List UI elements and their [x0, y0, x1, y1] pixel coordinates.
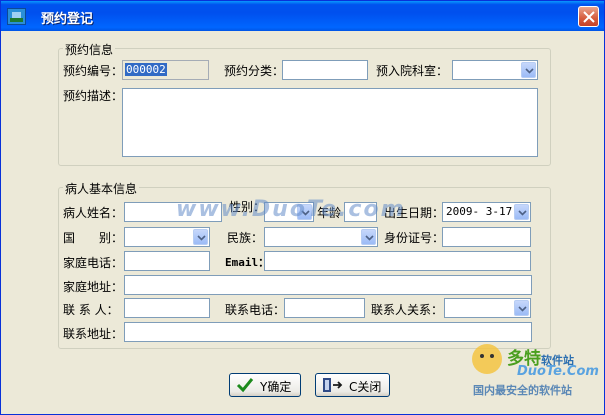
- checkmark-icon: [236, 378, 254, 393]
- contact-relation-dropdown-button[interactable]: [514, 300, 529, 316]
- ok-button[interactable]: Y确定: [229, 373, 301, 397]
- close-dialog-button[interactable]: C关闭: [315, 373, 390, 397]
- logo-sub: 国内最安全的软件站: [473, 384, 572, 397]
- department-select[interactable]: [452, 60, 538, 80]
- country-dropdown-button[interactable]: [193, 229, 208, 245]
- contact-phone-input[interactable]: [284, 298, 365, 318]
- reservation-number-label: 预约编号：: [63, 64, 124, 78]
- home-phone-label: 家庭电话：: [63, 256, 124, 270]
- app-icon: [7, 8, 26, 25]
- id-number-input[interactable]: [442, 227, 531, 247]
- chevron-down-icon: [518, 210, 527, 216]
- chevron-down-icon: [518, 306, 527, 312]
- contact-person-label: 联 系 人：: [63, 303, 119, 317]
- exit-door-icon: [323, 378, 343, 392]
- ethnicity-select[interactable]: [264, 227, 378, 247]
- id-number-label: 身份证号：: [384, 231, 445, 245]
- chevron-down-icon: [197, 235, 206, 241]
- birthdate-picker[interactable]: 2009- 3-17: [442, 202, 531, 222]
- reservation-number-field: 000002: [122, 60, 209, 80]
- gender-label: 性别：: [229, 200, 266, 214]
- birthdate-label: 出生日期：: [384, 206, 445, 220]
- gender-dropdown-button[interactable]: [297, 204, 312, 220]
- reservation-group-title: 预约信息: [63, 41, 116, 58]
- contact-person-input[interactable]: [124, 298, 210, 318]
- gender-select[interactable]: [264, 202, 314, 222]
- home-phone-input[interactable]: [124, 251, 210, 271]
- patient-group-title: 病人基本信息: [63, 180, 140, 197]
- contact-address-input[interactable]: [124, 322, 532, 342]
- ethnicity-label: 民族：: [227, 231, 264, 245]
- category-input[interactable]: [282, 60, 368, 80]
- contact-relation-label: 联系人关系：: [371, 303, 444, 317]
- country-label: 国 别：: [63, 231, 124, 245]
- close-button[interactable]: [578, 6, 599, 27]
- patient-name-input[interactable]: [124, 202, 222, 222]
- age-label: 年龄: [317, 206, 342, 220]
- category-label: 预约分类：: [224, 64, 285, 78]
- chevron-down-icon: [525, 68, 534, 74]
- email-input[interactable]: [264, 251, 531, 271]
- description-label: 预约描述：: [63, 89, 124, 103]
- logo-en: DuoTe.Com: [517, 364, 599, 379]
- email-label: Email：: [225, 256, 270, 269]
- reservation-number-value: 000002: [125, 63, 167, 76]
- age-input[interactable]: [344, 202, 377, 222]
- reservation-dialog: 预约登记 预约信息 预约编号： 000002 预约分类： 预入院科室： 预约描述…: [0, 0, 605, 415]
- close-dialog-button-label: C关闭: [349, 380, 382, 394]
- window-title: 预约登记: [41, 12, 94, 27]
- birthdate-value: 2009- 3-17: [446, 205, 513, 218]
- department-dropdown-button[interactable]: [521, 62, 536, 78]
- home-address-label: 家庭地址：: [63, 280, 124, 294]
- patient-name-label: 病人姓名：: [63, 206, 124, 220]
- chevron-down-icon: [365, 235, 374, 241]
- home-address-input[interactable]: [124, 275, 532, 295]
- description-textarea[interactable]: [122, 88, 538, 157]
- ok-button-label: Y确定: [260, 380, 292, 394]
- birthdate-dropdown-button[interactable]: [514, 204, 529, 220]
- contact-address-label: 联系地址：: [63, 327, 124, 341]
- chevron-down-icon: [301, 210, 310, 216]
- title-bar[interactable]: 预约登记: [1, 1, 604, 31]
- ethnicity-dropdown-button[interactable]: [361, 229, 376, 245]
- site-logo: 多特软件站 DuoTe.Com 国内最安全的软件站: [469, 341, 601, 401]
- contact-phone-label: 联系电话：: [225, 303, 286, 317]
- department-label: 预入院科室：: [376, 64, 449, 78]
- country-select[interactable]: [124, 227, 210, 247]
- close-icon: [583, 11, 595, 23]
- contact-relation-select[interactable]: [444, 298, 531, 318]
